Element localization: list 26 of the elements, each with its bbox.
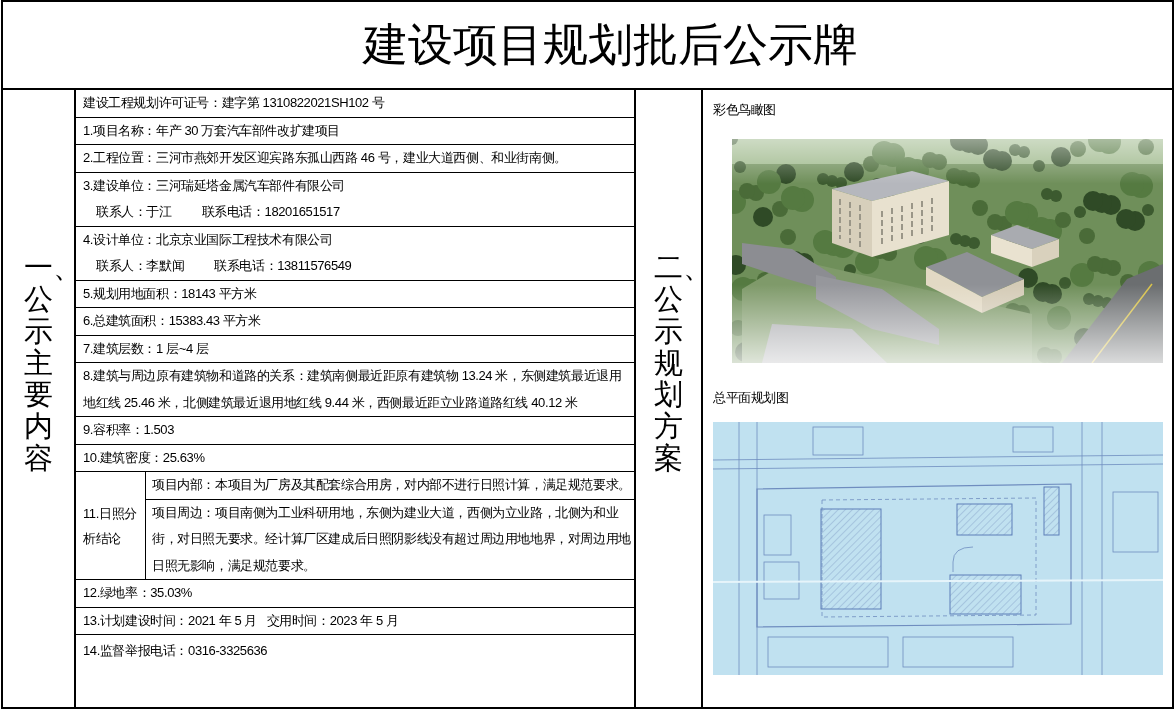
figure-caption: 总平面规划图 (713, 389, 789, 407)
phone-number-text: 联系电话：13811576549 (214, 258, 352, 273)
info-text: 9.容积率：1.503 (83, 422, 174, 437)
phone-number-text: 联系电话：18201651517 (201, 204, 340, 219)
info-text: 14.监督举报电话：0316-3325636 (83, 643, 268, 658)
board-title: 建设项目规划批后公示牌 (363, 18, 858, 72)
info-text: 7.建筑层数：1 层~4 层 (83, 340, 209, 356)
row-label: 11.日照分析结论 (83, 504, 138, 548)
info-text: 3.建设单位：三河瑞延塔金属汽车部件有限公司 (83, 177, 346, 193)
info-text: 10.建筑密度：25.63% (83, 449, 205, 465)
info-text: 4.设计单位：北京京业国际工程技术有限公司 (83, 231, 333, 247)
figure-caption: 彩色鸟瞰图 (713, 101, 776, 119)
contact-person-text: 联系人：于江 (96, 204, 172, 219)
section-heading: 二、公示规划方案 (653, 251, 698, 476)
info-text: 13.计划建设时间：2021 年 5 月 交用时间：2023 年 5 月 (83, 612, 399, 628)
info-text: 项目周边：项目南侧为工业科研用地，东侧为建业大道，西侧为立业路，北侧为和业街，对日照无要求。经计算厂区建成后日照阴影线没有超过周边用地地界，对周边用地日照无影响，满足规范要求。 (152, 504, 631, 573)
info-text: 5.规划用地面积：18143 平方米 (83, 285, 257, 301)
info-text: 1.项目名称：年产 30 万套汽车部件改扩建项目 (83, 122, 340, 138)
info-text: 建设工程规划许可证号：建字第 1310822021SH102 号 (83, 95, 385, 110)
info-text: 6.总建筑面积：15383.43 平方米 (83, 313, 261, 328)
section-heading: 一、公示主要内容 (23, 251, 68, 476)
contact-person-text: 联系人：李默闻 (96, 258, 185, 273)
info-text: 项目内部：本项目为厂房及其配套综合用房，对内部不进行日照计算，满足规范要求。 (152, 477, 631, 492)
info-text: 2.工程位置：三河市燕郊开发区迎宾路东孤山西路 46 号，建业大道西侧、和业街南侧。 (83, 150, 567, 165)
info-text: 12.绿地率：35.03% (83, 585, 192, 600)
info-text: 8.建筑与周边原有建筑物和道路的关系：建筑南侧最近距原有建筑物 13.24 米，东侧建筑最近退用地红线 25.46 米，北侧建筑最近退用地红线 9.44 米，西侧最近距立业路道路红线 40.12 米 (83, 368, 622, 410)
